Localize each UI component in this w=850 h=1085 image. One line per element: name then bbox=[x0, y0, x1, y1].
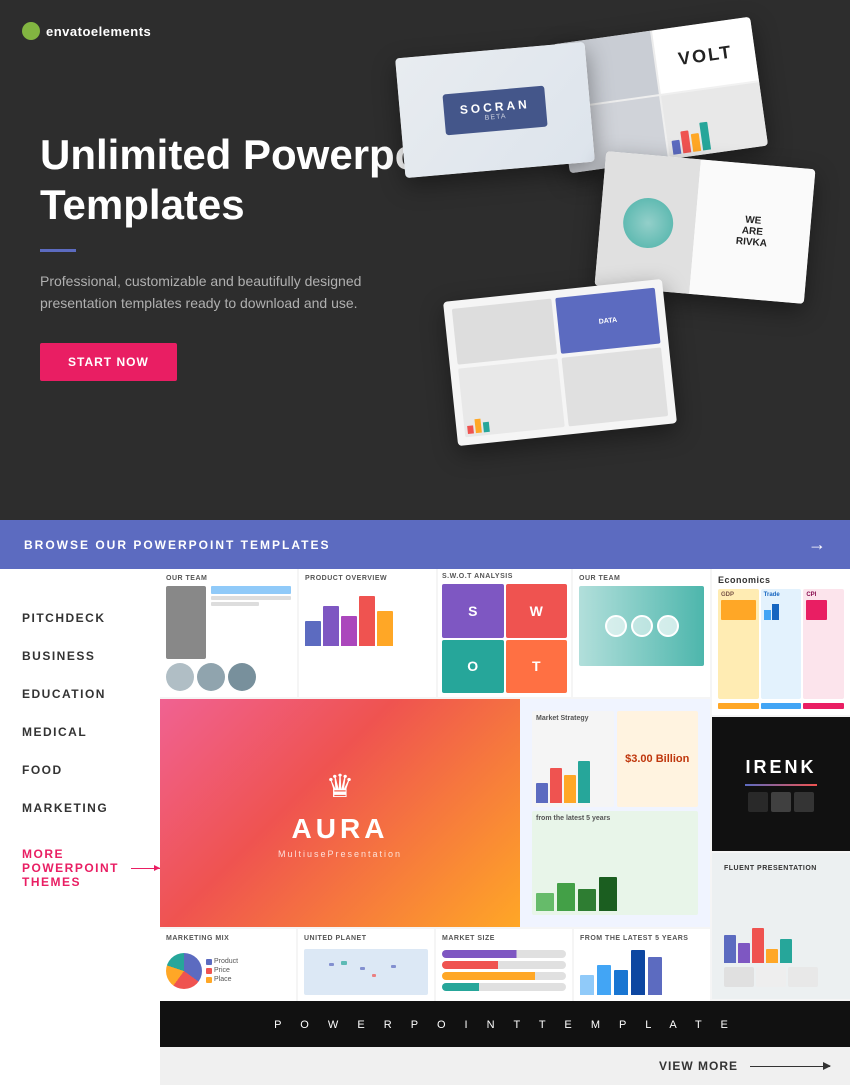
sidebar-item-education[interactable]: EDUCATION bbox=[22, 675, 160, 713]
hero-section: envatoelements Unlimited Powerpoint Temp… bbox=[0, 0, 850, 520]
template-marketing-mix[interactable]: Marketing Mix Product Price Place bbox=[160, 929, 298, 1001]
template-swot[interactable]: S.W.O.T Analysis S W O T bbox=[438, 569, 573, 697]
swot-s: S bbox=[442, 584, 504, 638]
abstract-card: WEARERIVKA bbox=[595, 151, 816, 304]
bottom-grid-card: DATA bbox=[443, 279, 677, 446]
hero-divider bbox=[40, 249, 76, 252]
aura-title: AURA bbox=[292, 813, 389, 845]
volt-label: VOLT bbox=[677, 41, 734, 69]
template-side-content[interactable]: Market Strategy $3.00 Bill bbox=[520, 699, 710, 927]
template-irenk[interactable]: IRENK bbox=[712, 717, 850, 853]
templates-grid: Our Team bbox=[160, 569, 850, 1001]
template-fluent[interactable]: FLUENT PRESENTATION bbox=[712, 853, 850, 1001]
socran-card: SOCRAN BETA bbox=[395, 42, 595, 178]
start-now-button[interactable]: START NOW bbox=[40, 343, 177, 381]
template-growth-chart[interactable]: from the latest 5 years bbox=[574, 929, 710, 1001]
template-row-2: ♛ AURA MultiusePresentation Market Strat… bbox=[160, 699, 710, 929]
sidebar-item-pitchdeck[interactable]: PITCHDECK bbox=[22, 599, 160, 637]
browse-bar[interactable]: BROWSE OUR POWERPOINT TEMPLATES → bbox=[0, 520, 850, 569]
template-product-overview[interactable]: Product Overview bbox=[299, 569, 438, 697]
thumb-title-3: S.W.O.T Analysis bbox=[442, 573, 567, 580]
main-templates: Our Team bbox=[160, 569, 710, 1001]
aura-subtitle: MultiusePresentation bbox=[278, 849, 402, 859]
template-our-team[interactable]: Our Team bbox=[160, 569, 299, 697]
view-more-bar[interactable]: VIEW MORE bbox=[160, 1047, 850, 1085]
thumb-title-6: United Planet bbox=[304, 935, 428, 942]
thumb-title-4: OUR TEAM bbox=[579, 575, 704, 582]
logo-dot bbox=[22, 22, 40, 40]
thumb-title-2: Product Overview bbox=[305, 575, 430, 582]
swot-t: T bbox=[506, 640, 568, 694]
view-more-text: VIEW MORE bbox=[659, 1059, 738, 1073]
browse-title: BROWSE OUR POWERPOINT TEMPLATES bbox=[24, 538, 330, 552]
template-row-3: Marketing Mix Product Price Place Un bbox=[160, 929, 710, 1001]
swot-w: W bbox=[506, 584, 568, 638]
thumb-title-8: from the latest 5 years bbox=[580, 935, 704, 942]
irenk-label: IRENK bbox=[745, 757, 816, 778]
hero-images: VOLT SOCRAN BETA bbox=[390, 0, 850, 520]
template-our-team-2[interactable]: OUR TEAM bbox=[573, 569, 710, 697]
ppt-bar: P O W E R P O I N T T E M P L A T E bbox=[160, 1001, 850, 1047]
right-column: Economics GDP Trade bbox=[710, 569, 850, 1001]
bottom-section: PITCHDECK BUSINESS EDUCATION MEDICAL FOO… bbox=[0, 569, 850, 1085]
swot-o: O bbox=[442, 640, 504, 694]
template-united-planet[interactable]: United Planet bbox=[298, 929, 436, 1001]
fluent-label: FLUENT PRESENTATION bbox=[724, 865, 838, 872]
ppt-bar-text: P O W E R P O I N T T E M P L A T E bbox=[274, 1019, 736, 1031]
browse-arrow-icon: → bbox=[808, 534, 826, 555]
aura-template[interactable]: ♛ AURA MultiusePresentation bbox=[160, 699, 520, 927]
hero-description: Professional, customizable and beautiful… bbox=[40, 270, 400, 315]
sidebar-item-business[interactable]: BUSINESS bbox=[22, 637, 160, 675]
view-more-arrow-icon bbox=[750, 1066, 830, 1067]
template-market-size[interactable]: Market Size bbox=[436, 929, 574, 1001]
more-arrow-icon bbox=[131, 868, 160, 869]
templates-container: Our Team bbox=[160, 569, 850, 1085]
sidebar-item-more[interactable]: MORE POWERPOINT THEMES bbox=[22, 835, 160, 901]
sidebar: PITCHDECK BUSINESS EDUCATION MEDICAL FOO… bbox=[0, 569, 160, 1085]
thumb-title-5: Marketing Mix bbox=[166, 935, 290, 942]
economics-title: Economics bbox=[718, 575, 844, 585]
template-economics[interactable]: Economics GDP Trade bbox=[712, 569, 850, 717]
sidebar-item-medical[interactable]: MEDICAL bbox=[22, 713, 160, 751]
thumb-title-7: Market Size bbox=[442, 935, 566, 942]
sidebar-item-marketing[interactable]: MARKETING bbox=[22, 789, 160, 827]
envato-logo: envatoelements bbox=[22, 22, 151, 40]
sidebar-item-food[interactable]: FOOD bbox=[22, 751, 160, 789]
thumb-title-1: Our Team bbox=[166, 575, 291, 582]
template-row-1: Our Team bbox=[160, 569, 710, 699]
aura-crown-icon: ♛ bbox=[326, 767, 355, 805]
logo-text: envatoelements bbox=[46, 24, 151, 39]
